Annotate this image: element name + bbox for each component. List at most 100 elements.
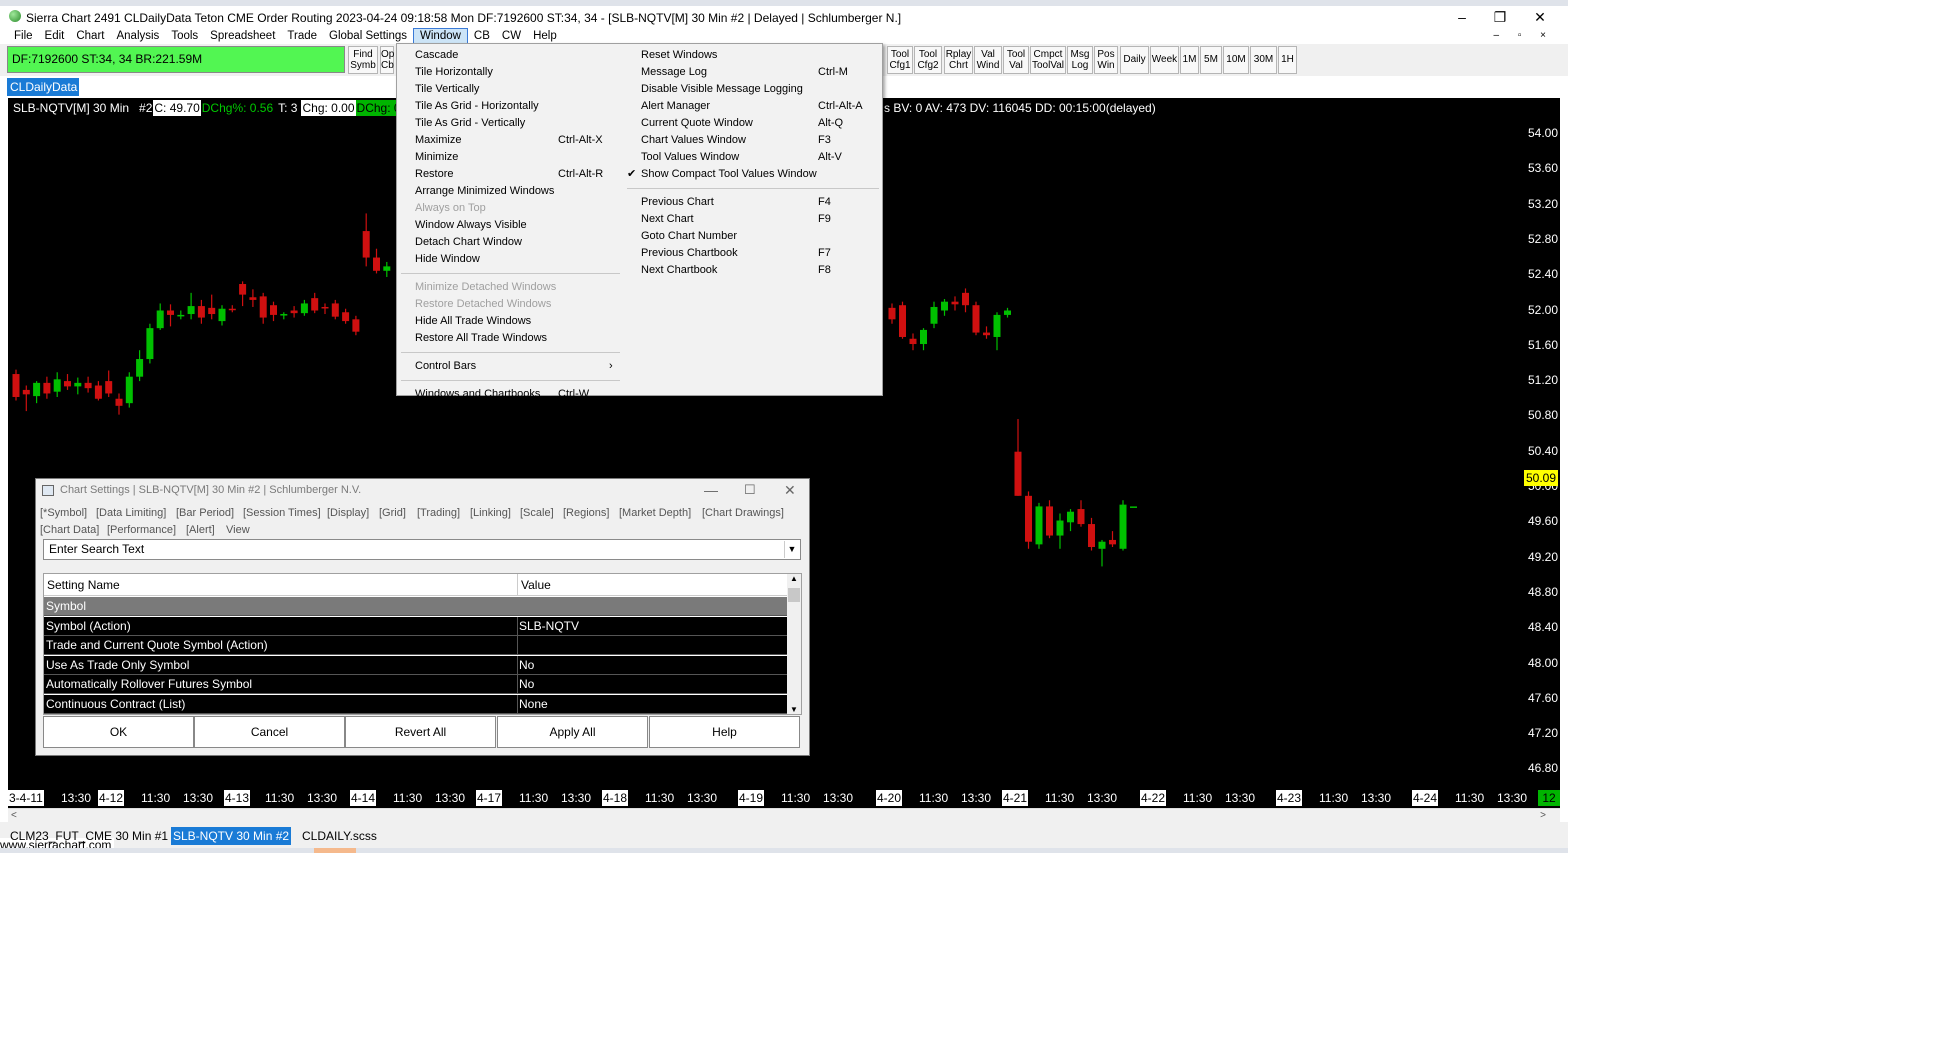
toolbar-button-tool-cfg1[interactable]: Tool Cfg1: [887, 46, 913, 74]
horizontal-scrollbar[interactable]: < >: [8, 808, 1560, 822]
settings-tab[interactable]: [Trading]: [417, 507, 460, 519]
setting-value[interactable]: No: [519, 675, 534, 694]
menu-item-control-bars[interactable]: Control Bars: [415, 359, 476, 373]
menu-item-restore[interactable]: Restore: [415, 167, 454, 181]
cancel-button[interactable]: Cancel: [194, 716, 345, 748]
minimize-button[interactable]: –: [1448, 8, 1476, 26]
toolbar-button-tool-cfg2[interactable]: Tool Cfg2: [914, 46, 942, 74]
help-button[interactable]: Help: [649, 716, 800, 748]
menu-item-previous-chart[interactable]: Previous Chart: [641, 195, 714, 209]
settings-tab[interactable]: [*Symbol]: [40, 507, 87, 519]
toolbar-button-daily[interactable]: Daily: [1120, 46, 1149, 74]
chart-tab[interactable]: CLDAILY.scss: [300, 827, 379, 845]
menu-item-tile-as-grid-horizontally[interactable]: Tile As Grid - Horizontally: [415, 99, 539, 113]
settings-tab[interactable]: [Alert]: [186, 524, 215, 536]
chartbook-tab[interactable]: CLDailyData: [7, 78, 79, 96]
toolbar-button-tool-val[interactable]: Tool Val: [1003, 46, 1029, 74]
settings-row[interactable]: Trade and Current Quote Symbol (Action): [44, 636, 787, 655]
menu-item-window-always-visible[interactable]: Window Always Visible: [415, 218, 527, 232]
settings-row[interactable]: Symbol (Action) SLB-NQTV: [44, 616, 787, 636]
settings-tab[interactable]: [Display]: [327, 507, 369, 519]
chart-tab[interactable]: CLM23_FUT_CME 30 Min #1: [8, 827, 170, 845]
menu-cb[interactable]: CB: [468, 28, 496, 44]
menu-window[interactable]: Window: [413, 28, 468, 44]
menu-item-hide-all-trade-windows[interactable]: Hide All Trade Windows: [415, 314, 531, 328]
toolbar-button-msg-log[interactable]: Msg Log: [1067, 46, 1093, 74]
toolbar-button-1[interactable]: Op Cb: [380, 46, 394, 74]
scroll-left-icon[interactable]: <: [11, 809, 17, 823]
menu-file[interactable]: File: [8, 28, 39, 44]
menu-item-tile-vertically[interactable]: Tile Vertically: [415, 82, 479, 96]
menu-edit[interactable]: Edit: [39, 28, 71, 44]
settings-tab[interactable]: [Scale]: [520, 507, 554, 519]
toolbar-button-10m[interactable]: 10M: [1223, 46, 1249, 74]
settings-tab[interactable]: [Grid]: [379, 507, 406, 519]
settings-section-row[interactable]: Symbol: [44, 597, 787, 616]
settings-tab[interactable]: [Session Times]: [243, 507, 321, 519]
toolbar-button-5m[interactable]: 5M: [1200, 46, 1222, 74]
dialog-close-icon[interactable]: ✕: [784, 482, 796, 499]
apply-all-button[interactable]: Apply All: [497, 716, 648, 748]
settings-search-input[interactable]: Enter Search Text: [43, 539, 801, 560]
chart-tab[interactable]: SLB-NQTV 30 Min #2: [171, 827, 292, 845]
menu-item-previous-chartbook[interactable]: Previous Chartbook: [641, 246, 738, 260]
menu-item-detach-chart-window[interactable]: Detach Chart Window: [415, 235, 522, 249]
price-scale[interactable]: 54.00 53.60 53.20 52.80 52.40 52.00 51.60 51.20…: [1522, 98, 1560, 810]
scroll-up-icon[interactable]: ▲: [790, 574, 798, 583]
settings-row[interactable]: Use As Trade Only Symbol No: [44, 655, 787, 675]
settings-row[interactable]: Continuous Contract (List) None: [44, 694, 787, 714]
time-axis[interactable]: 3-4-11 13:30 4-12 11:30 13:30 4-13 11:30 13:30 4…: [8, 790, 1560, 808]
menu-item-tool-values-window[interactable]: Tool Values Window: [641, 150, 739, 164]
setting-value[interactable]: No: [519, 656, 534, 675]
menu-item-chart-values-window[interactable]: Chart Values Window: [641, 133, 746, 147]
menu-help[interactable]: Help: [527, 28, 563, 44]
ok-button[interactable]: OK: [43, 716, 194, 748]
chevron-down-icon[interactable]: ▼: [784, 541, 799, 558]
mdi-window-controls[interactable]: – ▫ ×: [1493, 30, 1554, 41]
close-button[interactable]: ✕: [1526, 8, 1554, 26]
menu-item-alert-manager[interactable]: Alert Manager: [641, 99, 710, 113]
menu-spreadsheet[interactable]: Spreadsheet: [204, 28, 281, 44]
menu-item-message-log[interactable]: Message Log: [641, 65, 707, 79]
menu-item-next-chart[interactable]: Next Chart: [641, 212, 694, 226]
scroll-right-icon[interactable]: >: [1540, 809, 1546, 823]
menu-item-next-chartbook[interactable]: Next Chartbook: [641, 263, 717, 277]
settings-tab[interactable]: [Data Limiting]: [96, 507, 166, 519]
setting-value[interactable]: SLB-NQTV: [519, 617, 579, 636]
menu-item-show-compact-tool-values-window[interactable]: Show Compact Tool Values Window: [641, 167, 817, 181]
menu-item-disable-visible-message-logging[interactable]: Disable Visible Message Logging: [641, 82, 803, 96]
settings-tab[interactable]: [Linking]: [470, 507, 511, 519]
toolbar-button-0[interactable]: Find Symb: [348, 46, 378, 74]
scrollbar-thumb[interactable]: [788, 588, 800, 602]
menu-tools[interactable]: Tools: [165, 28, 204, 44]
menu-item-current-quote-window[interactable]: Current Quote Window: [641, 116, 753, 130]
settings-tab[interactable]: [Performance]: [107, 524, 176, 536]
toolbar-button-pos-win[interactable]: Pos Win: [1094, 46, 1118, 74]
menu-analysis[interactable]: Analysis: [110, 28, 165, 44]
menu-global-settings[interactable]: Global Settings: [323, 28, 413, 44]
menu-item-tile-as-grid-vertically[interactable]: Tile As Grid - Vertically: [415, 116, 525, 130]
settings-tab[interactable]: [Market Depth]: [619, 507, 691, 519]
toolbar-button-cmpct-toolval[interactable]: Cmpct ToolVal: [1030, 46, 1066, 74]
toolbar-button-1m[interactable]: 1M: [1180, 46, 1199, 74]
toolbar-button-30m[interactable]: 30M: [1250, 46, 1277, 74]
toolbar-button-val-wind[interactable]: Val Wind: [974, 46, 1002, 74]
menu-item-reset-windows[interactable]: Reset Windows: [641, 48, 717, 62]
menu-item-maximize[interactable]: Maximize: [415, 133, 461, 147]
menu-item-goto-chart-number[interactable]: Goto Chart Number: [641, 229, 737, 243]
dialog-minimize-icon[interactable]: —: [704, 482, 718, 498]
menu-trade[interactable]: Trade: [281, 28, 323, 44]
menu-chart[interactable]: Chart: [70, 28, 110, 44]
menu-item-minimize[interactable]: Minimize: [415, 150, 458, 164]
scroll-down-icon[interactable]: ▼: [790, 705, 798, 714]
settings-tab[interactable]: [Regions]: [563, 507, 609, 519]
menu-cw[interactable]: CW: [496, 28, 527, 44]
menu-item-arrange-minimized-windows[interactable]: Arrange Minimized Windows: [415, 184, 554, 198]
toolbar-button-rplay-chrt[interactable]: Rplay Chrt: [944, 46, 973, 74]
menu-item-restore-all-trade-windows[interactable]: Restore All Trade Windows: [415, 331, 547, 345]
toolbar-button-week[interactable]: Week: [1150, 46, 1179, 74]
menu-item-windows-and-chartbooks[interactable]: Windows and Chartbooks: [415, 387, 540, 401]
menu-item-tile-horizontally[interactable]: Tile Horizontally: [415, 65, 493, 79]
settings-tab[interactable]: [Chart Drawings]: [702, 507, 784, 519]
restore-button[interactable]: ❐: [1486, 8, 1514, 26]
